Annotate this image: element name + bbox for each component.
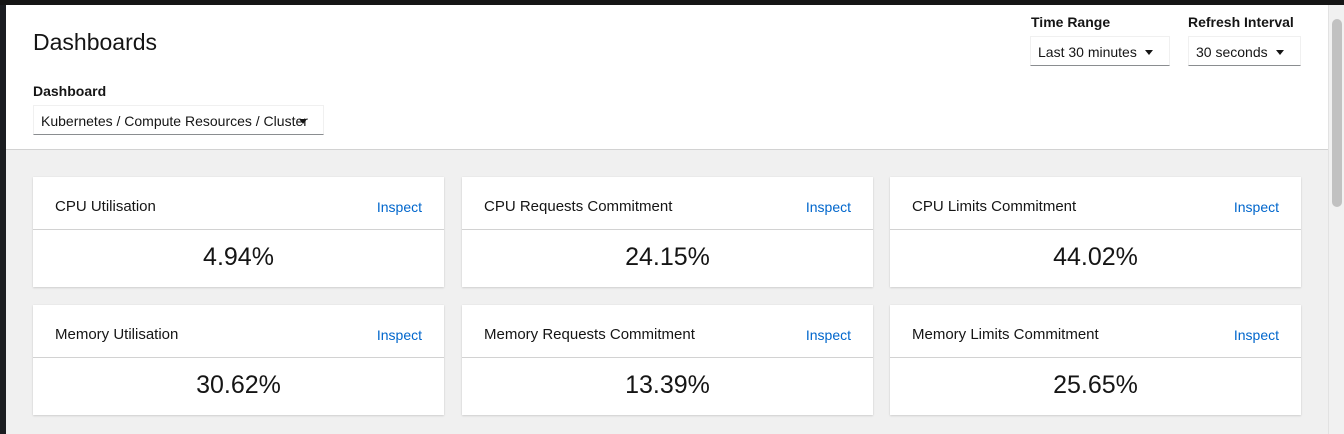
caret-down-icon [299,119,307,124]
caret-down-icon [1276,50,1284,55]
time-range-label: Time Range [1031,14,1111,30]
card-title: CPU Requests Commitment [484,198,673,215]
inspect-link[interactable]: Inspect [1234,199,1279,215]
inspect-link[interactable]: Inspect [806,199,851,215]
inspect-link[interactable]: Inspect [377,199,422,215]
card-title: Memory Requests Commitment [484,326,695,343]
card-header: CPU Requests Commitment Inspect [462,177,873,230]
card-value: 30.62% [196,371,281,399]
card-header: CPU Limits Commitment Inspect [890,177,1301,230]
card-header: CPU Utilisation Inspect [33,177,444,230]
refresh-interval-label: Refresh Interval [1188,14,1294,30]
dashboard-label: Dashboard [33,83,107,99]
card-title: Memory Utilisation [55,326,179,343]
vertical-scrollbar[interactable] [1328,5,1344,434]
card-title: Memory Limits Commitment [912,326,1099,343]
card-header: Memory Limits Commitment Inspect [890,305,1301,358]
card-value: 44.02% [1053,243,1138,271]
memory-limits-commitment-card: Memory Limits Commitment Inspect 25.65% [890,305,1301,415]
card-value: 13.39% [625,371,710,399]
memory-requests-commitment-card: Memory Requests Commitment Inspect 13.39… [462,305,873,415]
caret-down-icon [1145,50,1153,55]
cpu-requests-commitment-card: CPU Requests Commitment Inspect 24.15% [462,177,873,287]
time-range-select-value: Last 30 minutes [1038,44,1137,60]
inspect-link[interactable]: Inspect [806,327,851,343]
card-value: 25.65% [1053,371,1138,399]
dashboard-select-value: Kubernetes / Compute Resources / Cluster [41,113,308,129]
card-title: CPU Limits Commitment [912,198,1077,215]
inspect-link[interactable]: Inspect [377,327,422,343]
time-range-select[interactable]: Last 30 minutes [1030,36,1170,66]
card-value: 24.15% [625,243,710,271]
inspect-link[interactable]: Inspect [1234,327,1279,343]
page-header: Dashboards Dashboard Kubernetes / Comput… [6,5,1328,150]
refresh-interval-select-value: 30 seconds [1196,44,1268,60]
card-value: 4.94% [203,243,274,271]
dashboards-page: Dashboards Dashboard Kubernetes / Comput… [6,5,1328,434]
memory-utilisation-card: Memory Utilisation Inspect 30.62% [33,305,444,415]
page-title: Dashboards [33,29,158,55]
refresh-interval-select[interactable]: 30 seconds [1188,36,1301,66]
scrollbar-thumb[interactable] [1332,19,1342,207]
dashboard-select[interactable]: Kubernetes / Compute Resources / Cluster [33,105,324,135]
cpu-limits-commitment-card: CPU Limits Commitment Inspect 44.02% [890,177,1301,287]
card-header: Memory Utilisation Inspect [33,305,444,358]
card-header: Memory Requests Commitment Inspect [462,305,873,358]
cpu-utilisation-card: CPU Utilisation Inspect 4.94% [33,177,444,287]
card-title: CPU Utilisation [55,198,156,215]
